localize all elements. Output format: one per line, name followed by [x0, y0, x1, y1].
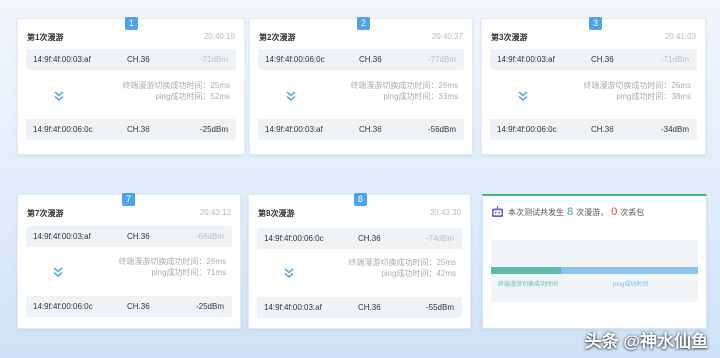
source-ap-row: 14:9f:4f:00:03:af CH.36 -71dBm — [490, 49, 697, 70]
roam-index-badge: 7 — [122, 193, 135, 206]
roam-card-8: 8 第8次漫游 20:43:30 14:9f:4f:00:06:0c CH.36… — [248, 193, 471, 329]
target-ap-row: 14:9f:4f:00:06:0c CH.36 -34dBm — [490, 119, 697, 140]
roam-index-badge: 1 — [125, 17, 138, 30]
source-ap-signal: -71dBm — [660, 55, 689, 64]
switch-time-stat: 终端漫游切换成功时间：26ms — [118, 257, 226, 266]
roam-card-1: 1 第1次漫游 20:40:19 14:9f:4f:00:03:af CH.36… — [17, 17, 245, 155]
ping-time-stat: ping成功时间：33ms — [383, 92, 458, 101]
source-ap-mac: 14:9f:4f:00:03:af — [33, 55, 91, 64]
target-ap-row: 14:9f:4f:00:06:0c CH.36 -25dBm — [26, 119, 236, 140]
double-chevron-down-icon — [518, 91, 528, 101]
summary-suffix: 次丢包 — [620, 207, 645, 217]
ping-time-stat: ping成功时间：52ms — [155, 92, 230, 101]
summary-middle: 次漫游， — [576, 207, 609, 217]
target-ap-row: 14:9f:4f:00:03:af CH.36 -56dBm — [258, 119, 464, 140]
source-ap-mac: 14:9f:4f:00:06:0c — [265, 55, 325, 64]
timing-bar-panel: 终端漫游切换成功时间 ping成功时间 — [491, 240, 698, 302]
target-ap-mac: 14:9f:4f:00:03:af — [265, 125, 323, 134]
double-chevron-down-icon — [284, 268, 294, 278]
roam-index-badge: 3 — [589, 17, 602, 30]
target-ap-row: 14:9f:4f:00:03:af CH.36 -55dBm — [257, 297, 462, 318]
roam-index-badge: 8 — [354, 193, 367, 206]
target-ap-mac: 14:9f:4f:00:03:af — [264, 303, 322, 312]
ping-time-stat: ping成功时间：71ms — [151, 268, 226, 277]
source-ap-mac: 14:9f:4f:00:03:af — [33, 232, 91, 241]
switch-time-stat: 终端漫游切换成功时间：25ms — [348, 258, 456, 267]
timing-bar — [491, 267, 698, 274]
source-ap-channel: CH.36 — [359, 55, 382, 64]
double-chevron-down-icon — [286, 91, 296, 101]
target-ap-mac: 14:9f:4f:00:06:0c — [497, 125, 557, 134]
source-ap-row: 14:9f:4f:00:03:af CH.36 -71dBm — [26, 49, 236, 70]
roam-time: 20:40:19 — [203, 32, 235, 41]
roam-time: 20:41:03 — [664, 32, 696, 41]
watermark: 头条 @神水仙鱼 — [584, 332, 708, 351]
target-ap-channel: CH.36 — [127, 125, 150, 134]
target-ap-channel: CH.36 — [591, 125, 614, 134]
roam-card-3: 3 第3次漫游 20:41:03 14:9f:4f:00:03:af CH.36… — [481, 17, 706, 155]
roam-count: 8 — [567, 206, 574, 218]
summary-line: 本次测试共发生 8 次漫游， 0 次丢包 — [491, 206, 644, 218]
source-ap-mac: 14:9f:4f:00:03:af — [497, 55, 555, 64]
ping-time-legend: ping成功时间 — [613, 282, 649, 288]
source-ap-channel: CH.36 — [358, 234, 381, 243]
target-ap-signal: -55dBm — [425, 303, 454, 312]
roam-index-badge: 2 — [357, 17, 370, 30]
source-ap-signal: -68dBm — [195, 232, 224, 241]
roam-title: 第8次漫游 — [258, 209, 295, 218]
roam-time-legend: 终端漫游切换成功时间 — [498, 282, 559, 288]
ping-time-segment — [561, 267, 698, 274]
ping-time-stat: ping成功时间：38ms — [616, 92, 691, 101]
target-ap-mac: 14:9f:4f:00:06:0c — [33, 125, 93, 134]
target-ap-signal: -25dBm — [199, 125, 228, 134]
target-ap-row: 14:9f:4f:00:06:0c CH.36 -25dBm — [26, 296, 232, 317]
roam-title: 第7次漫游 — [27, 209, 64, 218]
roam-title: 第3次漫游 — [491, 33, 528, 42]
source-ap-channel: CH.36 — [127, 55, 150, 64]
target-ap-channel: CH.36 — [359, 125, 382, 134]
target-ap-channel: CH.36 — [358, 303, 381, 312]
source-ap-signal: -71dBm — [199, 55, 228, 64]
switch-time-stat: 终端漫游切换成功时间：26ms — [583, 81, 691, 90]
source-ap-signal: -77dBm — [427, 55, 456, 64]
target-ap-signal: -56dBm — [427, 125, 456, 134]
target-ap-channel: CH.36 — [127, 302, 150, 311]
source-ap-channel: CH.36 — [127, 232, 150, 241]
source-ap-row: 14:9f:4f:00:06:0c CH.36 -74dBm — [257, 228, 462, 249]
ping-time-stat: ping成功时间：42ms — [381, 269, 456, 278]
roam-time: 20:43:12 — [199, 208, 231, 217]
robot-icon — [492, 206, 503, 217]
source-ap-channel: CH.36 — [591, 55, 614, 64]
roam-title: 第2次漫游 — [259, 33, 296, 42]
summary-card: 本次测试共发生 8 次漫游， 0 次丢包 终端漫游切换成功时间 ping成功时间 — [482, 194, 707, 329]
roam-time: 20:43:30 — [429, 208, 461, 217]
source-ap-mac: 14:9f:4f:00:06:0c — [264, 234, 324, 243]
roam-card-2: 2 第2次漫游 20:40:37 14:9f:4f:00:06:0c CH.36… — [249, 17, 473, 155]
switch-time-stat: 终端漫游切换成功时间：25ms — [122, 81, 230, 90]
target-ap-signal: -25dBm — [195, 302, 224, 311]
roam-time-segment — [491, 267, 562, 274]
target-ap-signal: -34dBm — [660, 125, 689, 134]
source-ap-signal: -74dBm — [425, 234, 454, 243]
source-ap-row: 14:9f:4f:00:06:0c CH.36 -77dBm — [258, 49, 464, 70]
source-ap-row: 14:9f:4f:00:03:af CH.36 -68dBm — [26, 226, 232, 247]
drop-count: 0 — [611, 206, 618, 218]
roam-time: 20:40:37 — [431, 32, 463, 41]
double-chevron-down-icon — [53, 267, 63, 277]
switch-time-stat: 终端漫游切换成功时间：26ms — [350, 81, 458, 90]
summary-prefix: 本次测试共发生 — [508, 207, 564, 217]
double-chevron-down-icon — [54, 91, 64, 101]
target-ap-mac: 14:9f:4f:00:06:0c — [33, 302, 93, 311]
roam-title: 第1次漫游 — [27, 33, 64, 42]
roam-card-7: 7 第7次漫游 20:43:12 14:9f:4f:00:03:af CH.36… — [17, 193, 241, 329]
